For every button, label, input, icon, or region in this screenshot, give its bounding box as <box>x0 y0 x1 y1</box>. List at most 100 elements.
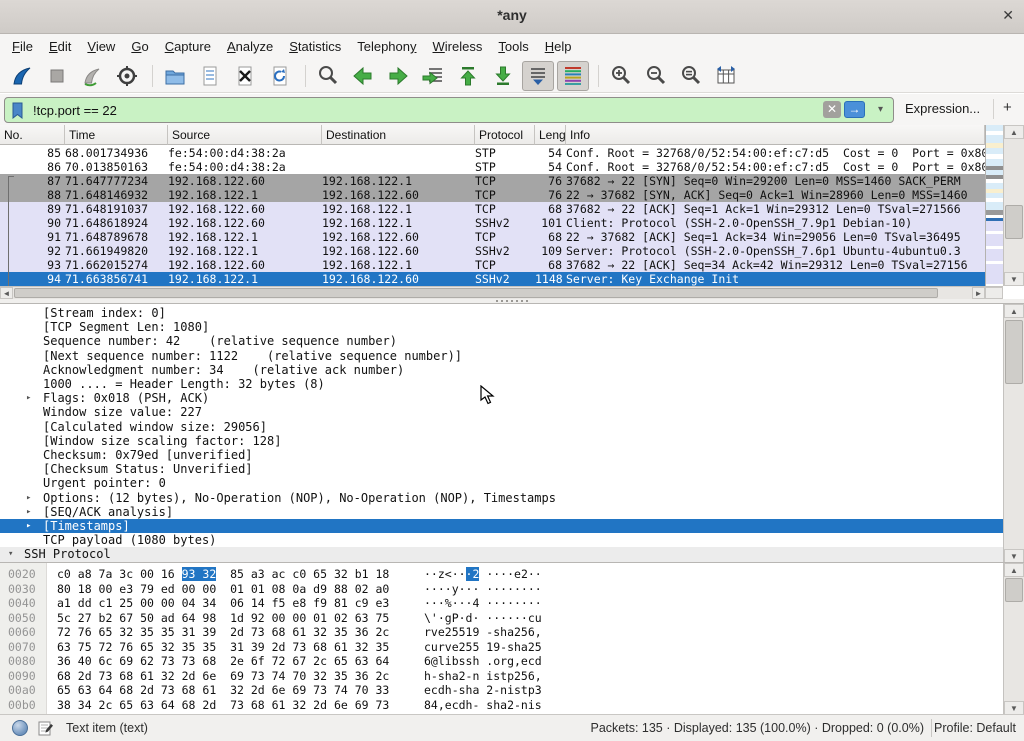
hex-ascii[interactable]: curve255 19-sha25 <box>424 640 542 655</box>
detail-line[interactable]: ▸Options: (12 bytes), No-Operation (NOP)… <box>0 491 1003 505</box>
scroll-up-icon[interactable]: ▲ <box>1004 125 1024 139</box>
packet-list-vscrollbar[interactable]: ▲ ▼ <box>1003 125 1024 286</box>
start-capture-button[interactable] <box>6 61 38 91</box>
scroll-thumb[interactable] <box>1005 320 1023 384</box>
scroll-up-icon[interactable]: ▲ <box>1004 304 1024 318</box>
detail-line[interactable]: ▸[SEQ/ACK analysis] <box>0 505 1003 519</box>
menu-item-edit[interactable]: Edit <box>41 37 79 56</box>
resize-columns-button[interactable] <box>710 61 742 91</box>
detail-line[interactable]: [Stream index: 0] <box>0 306 1003 320</box>
column-header-protocol[interactable]: Protocol <box>475 125 535 145</box>
hex-bytes[interactable]: a1 dd c1 25 00 00 04 34 06 14 f5 e8 f9 8… <box>57 596 389 611</box>
title-bar[interactable]: *any ✕ <box>0 0 1024 34</box>
display-filter-entry[interactable]: ✕ → ▾ <box>4 97 894 123</box>
hex-row-0050[interactable]: 00505c 27 b2 67 50 ad 64 98 1d 92 00 00 … <box>0 611 1003 626</box>
scroll-left-icon[interactable]: ◄ <box>0 287 13 299</box>
column-header-destination[interactable]: Destination <box>322 125 475 145</box>
hex-row-0020[interactable]: 0020c0 a8 7a 3c 00 16 93 32 85 a3 ac c0 … <box>0 567 1003 582</box>
expand-arrow-icon[interactable]: ▾ <box>8 547 13 561</box>
collapse-arrow-icon[interactable]: ▸ <box>26 505 31 519</box>
detail-line[interactable]: TCP payload (1080 bytes) <box>0 533 1003 547</box>
zoom-reset-button[interactable] <box>675 61 707 91</box>
menu-item-file[interactable]: File <box>4 37 41 56</box>
menu-item-help[interactable]: Help <box>537 37 580 56</box>
packet-row-88[interactable]: 8871.648146932192.168.122.1192.168.122.6… <box>0 188 985 202</box>
column-header-info[interactable]: Info <box>566 125 985 145</box>
menu-item-go[interactable]: Go <box>123 37 156 56</box>
scroll-up-icon[interactable]: ▲ <box>1004 563 1024 577</box>
filter-clear-icon[interactable]: ✕ <box>823 101 841 118</box>
detail-line[interactable]: ▸[Timestamps] <box>0 519 1003 533</box>
packet-row-85[interactable]: 8568.001734936fe:54:00:d4:38:2aSTP54Conf… <box>0 146 985 160</box>
display-filter-input[interactable] <box>31 99 835 121</box>
filter-bookmark-icon[interactable] <box>11 102 25 124</box>
go-forward-button[interactable] <box>382 61 414 91</box>
go-first-button[interactable] <box>452 61 484 91</box>
packet-row-90[interactable]: 9071.648618924192.168.122.60192.168.122.… <box>0 216 985 230</box>
detail-line[interactable]: [TCP Segment Len: 1080] <box>0 320 1003 334</box>
filter-dropdown-caret-icon[interactable]: ▾ <box>878 104 883 115</box>
expression-button[interactable]: Expression... <box>905 101 980 116</box>
hex-bytes[interactable]: 80 18 00 e3 79 ed 00 00 01 01 08 0a d9 8… <box>57 582 389 597</box>
scroll-thumb[interactable] <box>14 288 938 298</box>
detail-line[interactable]: Window size value: 227 <box>0 405 1003 419</box>
menu-item-capture[interactable]: Capture <box>157 37 219 56</box>
auto-scroll-button[interactable] <box>522 61 554 91</box>
detail-line[interactable]: [Calculated window size: 29056] <box>0 420 1003 434</box>
menu-item-tools[interactable]: Tools <box>490 37 536 56</box>
filter-apply-icon[interactable]: → <box>844 101 865 118</box>
hex-bytes[interactable]: 5c 27 b2 67 50 ad 64 98 1d 92 00 00 01 0… <box>57 611 389 626</box>
capture-comment-icon[interactable] <box>38 720 54 739</box>
hex-row-00b0[interactable]: 00b038 34 2c 65 63 64 68 2d 73 68 61 32 … <box>0 698 1003 713</box>
column-header-length[interactable]: Length <box>535 125 566 145</box>
hex-bytes[interactable]: 38 34 2c 65 63 64 68 2d 73 68 61 32 2d 6… <box>57 698 389 713</box>
hex-ascii[interactable]: ecdh-sha 2-nistp3 <box>424 683 542 698</box>
menu-item-wireless[interactable]: Wireless <box>425 37 491 56</box>
packet-row-91[interactable]: 9171.648789678192.168.122.1192.168.122.6… <box>0 230 985 244</box>
detail-line[interactable]: Sequence number: 42 (relative sequence n… <box>0 334 1003 348</box>
colorize-button[interactable] <box>557 61 589 91</box>
detail-line[interactable]: ▾SSH Protocol <box>0 547 1003 561</box>
hex-bytes[interactable]: c0 a8 7a 3c 00 16 93 32 85 a3 ac c0 65 3… <box>57 567 389 582</box>
detail-line[interactable]: Checksum: 0x79ed [unverified] <box>0 448 1003 462</box>
hex-vscrollbar[interactable]: ▲ ▼ <box>1003 563 1024 714</box>
hex-ascii[interactable]: 6@libssh .org,ecd <box>424 654 542 669</box>
scroll-down-icon[interactable]: ▼ <box>1004 549 1024 562</box>
hex-row-0070[interactable]: 007063 75 72 76 65 32 35 35 31 39 2d 73 … <box>0 640 1003 655</box>
reload-file-button[interactable] <box>264 61 296 91</box>
packet-row-94[interactable]: 9471.663856741192.168.122.1192.168.122.6… <box>0 272 985 286</box>
scroll-thumb[interactable] <box>1005 205 1023 239</box>
zoom-in-button[interactable] <box>605 61 637 91</box>
add-filter-button[interactable]: + <box>1003 99 1012 116</box>
packet-row-89[interactable]: 8971.648191037192.168.122.60192.168.122.… <box>0 202 985 216</box>
packet-row-92[interactable]: 9271.661949820192.168.122.1192.168.122.6… <box>0 244 985 258</box>
hex-row-0080[interactable]: 008036 40 6c 69 62 73 73 68 2e 6f 72 67 … <box>0 654 1003 669</box>
menu-item-analyze[interactable]: Analyze <box>219 37 281 56</box>
detail-line[interactable]: Acknowledgment number: 34 (relative ack … <box>0 363 1003 377</box>
intelligent-scrollbar-minimap[interactable] <box>985 125 1003 286</box>
hex-row-0030[interactable]: 003080 18 00 e3 79 ed 00 00 01 01 08 0a … <box>0 582 1003 597</box>
menu-item-statistics[interactable]: Statistics <box>281 37 349 56</box>
hex-row-0090[interactable]: 009068 2d 73 68 61 32 2d 6e 69 73 74 70 … <box>0 669 1003 684</box>
hex-row-00a0[interactable]: 00a065 63 64 68 2d 73 68 61 32 2d 6e 69 … <box>0 683 1003 698</box>
close-file-button[interactable] <box>229 61 261 91</box>
status-profile[interactable]: Profile: Default <box>934 721 1016 735</box>
open-file-button[interactable] <box>159 61 191 91</box>
scroll-right-icon[interactable]: ► <box>972 287 985 299</box>
expert-info-icon[interactable] <box>12 720 28 736</box>
hex-bytes[interactable]: 63 75 72 76 65 32 35 35 31 39 2d 73 68 6… <box>57 640 389 655</box>
detail-line[interactable]: Urgent pointer: 0 <box>0 476 1003 490</box>
scroll-down-icon[interactable]: ▼ <box>1004 272 1024 286</box>
hex-ascii[interactable]: ····y··· ········ <box>424 582 542 597</box>
hex-bytes[interactable]: 72 76 65 32 35 35 31 39 2d 73 68 61 32 3… <box>57 625 389 640</box>
column-header-source[interactable]: Source <box>168 125 322 145</box>
collapse-arrow-icon[interactable]: ▸ <box>26 391 31 405</box>
hex-ascii[interactable]: ··z<···2 ····e2·· <box>424 567 542 582</box>
detail-line[interactable]: 1000 .... = Header Length: 32 bytes (8) <box>0 377 1003 391</box>
collapse-arrow-icon[interactable]: ▸ <box>26 519 31 533</box>
scroll-down-icon[interactable]: ▼ <box>1004 701 1024 714</box>
detail-line[interactable]: [Window size scaling factor: 128] <box>0 434 1003 448</box>
packet-row-86[interactable]: 8670.013850163fe:54:00:d4:38:2aSTP54Conf… <box>0 160 985 174</box>
hex-bytes[interactable]: 68 2d 73 68 61 32 2d 6e 69 73 74 70 32 3… <box>57 669 389 684</box>
stop-capture-button[interactable] <box>41 61 73 91</box>
